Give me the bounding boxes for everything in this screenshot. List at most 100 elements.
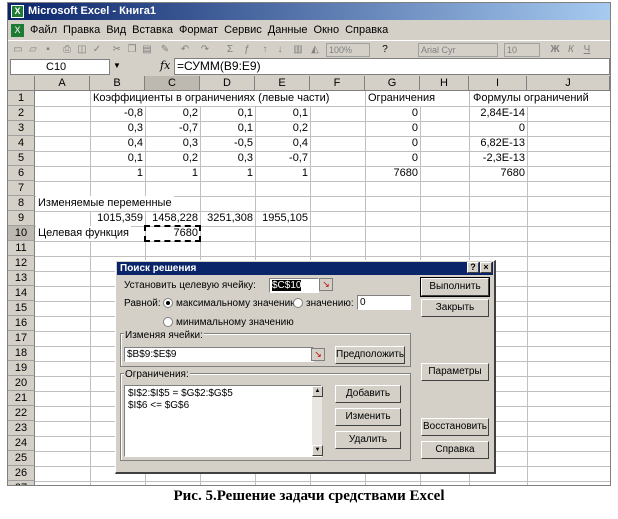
preview-icon[interactable]: ◫ [75, 43, 89, 56]
column-header-e[interactable]: E [255, 76, 310, 91]
spell-icon[interactable]: ✓ [90, 43, 104, 56]
cell-d6[interactable]: 1 [200, 166, 255, 181]
row-header-1[interactable]: 1 [8, 91, 35, 106]
delete-button[interactable]: Удалить [335, 431, 401, 449]
cell-c6[interactable]: 1 [145, 166, 200, 181]
row-header-9[interactable]: 9 [8, 211, 35, 226]
sort-asc-icon[interactable]: ↑ [258, 43, 272, 56]
cell-e4[interactable]: 0,4 [255, 136, 310, 151]
cell-b2[interactable]: -0,8 [90, 106, 145, 121]
scroll-up-icon[interactable]: ▲ [312, 386, 323, 397]
column-header-f[interactable]: F [310, 76, 365, 91]
cell-c2[interactable]: 0,2 [145, 106, 200, 121]
select-all-corner[interactable] [8, 76, 35, 91]
chevron-down-icon[interactable]: ▼ [113, 61, 121, 70]
add-button[interactable]: Добавить [335, 385, 401, 403]
autosum-icon[interactable]: Σ [223, 43, 237, 56]
paste-icon[interactable]: ▤ [140, 43, 154, 56]
redo-icon[interactable]: ↷ [198, 43, 212, 56]
target-cell-input[interactable]: $C$10 [269, 278, 319, 293]
menu-format[interactable]: Формат [179, 24, 224, 36]
row-header-15[interactable]: 15 [8, 301, 35, 316]
cell-b1[interactable]: Коэффициенты в ограничениях (левые части… [91, 91, 332, 106]
zoom-select[interactable]: 100% [326, 43, 370, 57]
copy-icon[interactable]: ❐ [125, 43, 139, 56]
open-icon[interactable]: ▱ [26, 43, 40, 56]
cell-d4[interactable]: -0,5 [200, 136, 255, 151]
font-select[interactable]: Arial Cyr [418, 43, 498, 57]
row-header-7[interactable]: 7 [8, 181, 35, 196]
cut-icon[interactable]: ✂ [110, 43, 124, 56]
row-header-22[interactable]: 22 [8, 406, 35, 421]
row-header-14[interactable]: 14 [8, 286, 35, 301]
min-radio[interactable] [163, 317, 173, 327]
cell-b9[interactable]: 1015,359 [90, 211, 145, 226]
cell-g1[interactable]: Ограничения [366, 91, 438, 106]
menu-help[interactable]: Справка [345, 24, 394, 36]
column-header-j[interactable]: J [527, 76, 610, 91]
workbook-icon[interactable]: X [11, 24, 24, 37]
constraints-list[interactable]: $I$2:$I$5 = $G$2:$G$5 $I$6 <= $G$6 [124, 385, 322, 457]
column-header-a[interactable]: A [35, 76, 90, 91]
column-header-c[interactable]: C [145, 76, 200, 91]
value-input[interactable]: 0 [357, 295, 411, 310]
column-header-i[interactable]: I [469, 76, 527, 91]
underline-icon[interactable]: Ч [580, 43, 594, 56]
bold-icon[interactable]: Ж [548, 43, 562, 56]
function-wizard-icon[interactable]: fx [160, 59, 170, 72]
cell-i6[interactable]: 7680 [469, 166, 527, 181]
cell-g6[interactable]: 7680 [365, 166, 420, 181]
row-header-5[interactable]: 5 [8, 151, 35, 166]
row-header-26[interactable]: 26 [8, 466, 35, 481]
chart-icon[interactable]: ▥ [291, 43, 305, 56]
row-header-12[interactable]: 12 [8, 256, 35, 271]
formula-input[interactable]: =СУММ(B9:E9) [174, 58, 610, 75]
cell-c9[interactable]: 1458,228 [145, 211, 200, 226]
italic-icon[interactable]: К [564, 43, 578, 56]
cell-e9[interactable]: 1955,105 [255, 211, 310, 226]
column-header-d[interactable]: D [200, 76, 255, 91]
row-header-25[interactable]: 25 [8, 451, 35, 466]
sort-desc-icon[interactable]: ↓ [273, 43, 287, 56]
cell-b3[interactable]: 0,3 [90, 121, 145, 136]
collapse-dialog-icon-2[interactable]: ↘ [311, 348, 325, 361]
menu-edit[interactable]: Правка [63, 24, 106, 36]
change-button[interactable]: Изменить [335, 408, 401, 426]
cell-c4[interactable]: 0,3 [145, 136, 200, 151]
row-header-10[interactable]: 10 [8, 226, 35, 241]
column-header-g[interactable]: G [365, 76, 420, 91]
row-header-2[interactable]: 2 [8, 106, 35, 121]
menu-tools[interactable]: Сервис [224, 24, 268, 36]
cell-i4[interactable]: 6,82E-13 [469, 136, 527, 151]
row-header-27[interactable]: 27 [8, 481, 35, 485]
cell-i1[interactable]: Формулы ограничений [471, 91, 591, 106]
value-radio[interactable] [293, 298, 303, 308]
row-header-8[interactable]: 8 [8, 196, 35, 211]
row-header-17[interactable]: 17 [8, 331, 35, 346]
row-header-18[interactable]: 18 [8, 346, 35, 361]
close-icon[interactable]: × [480, 262, 492, 273]
guess-button[interactable]: Предположить [335, 346, 405, 364]
changing-cells-input[interactable]: $B$9:$E$9 [124, 347, 314, 362]
cell-a10[interactable]: Целевая функция [36, 226, 131, 241]
cell-e2[interactable]: 0,1 [255, 106, 310, 121]
cell-a8[interactable]: Изменяемые переменные [36, 196, 174, 211]
row-header-11[interactable]: 11 [8, 241, 35, 256]
menu-insert[interactable]: Вставка [132, 24, 179, 36]
cell-e5[interactable]: -0,7 [255, 151, 310, 166]
help-icon[interactable]: ? [378, 43, 392, 56]
close-button[interactable]: Закрыть [421, 299, 489, 317]
row-header-21[interactable]: 21 [8, 391, 35, 406]
collapse-dialog-icon[interactable]: ↘ [319, 278, 333, 291]
max-radio[interactable] [163, 298, 173, 308]
help-button[interactable]: Справка [421, 441, 489, 459]
font-size-select[interactable]: 10 [504, 43, 540, 57]
save-icon[interactable]: ▪ [41, 43, 55, 56]
cell-c3[interactable]: -0,7 [145, 121, 200, 136]
name-box[interactable]: C10 [10, 59, 110, 75]
constraint-item[interactable]: $I$6 <= $G$6 [128, 400, 318, 412]
cell-b5[interactable]: 0,1 [90, 151, 145, 166]
row-header-23[interactable]: 23 [8, 421, 35, 436]
constraint-item[interactable]: $I$2:$I$5 = $G$2:$G$5 [128, 388, 318, 400]
options-button[interactable]: Параметры [421, 363, 489, 381]
